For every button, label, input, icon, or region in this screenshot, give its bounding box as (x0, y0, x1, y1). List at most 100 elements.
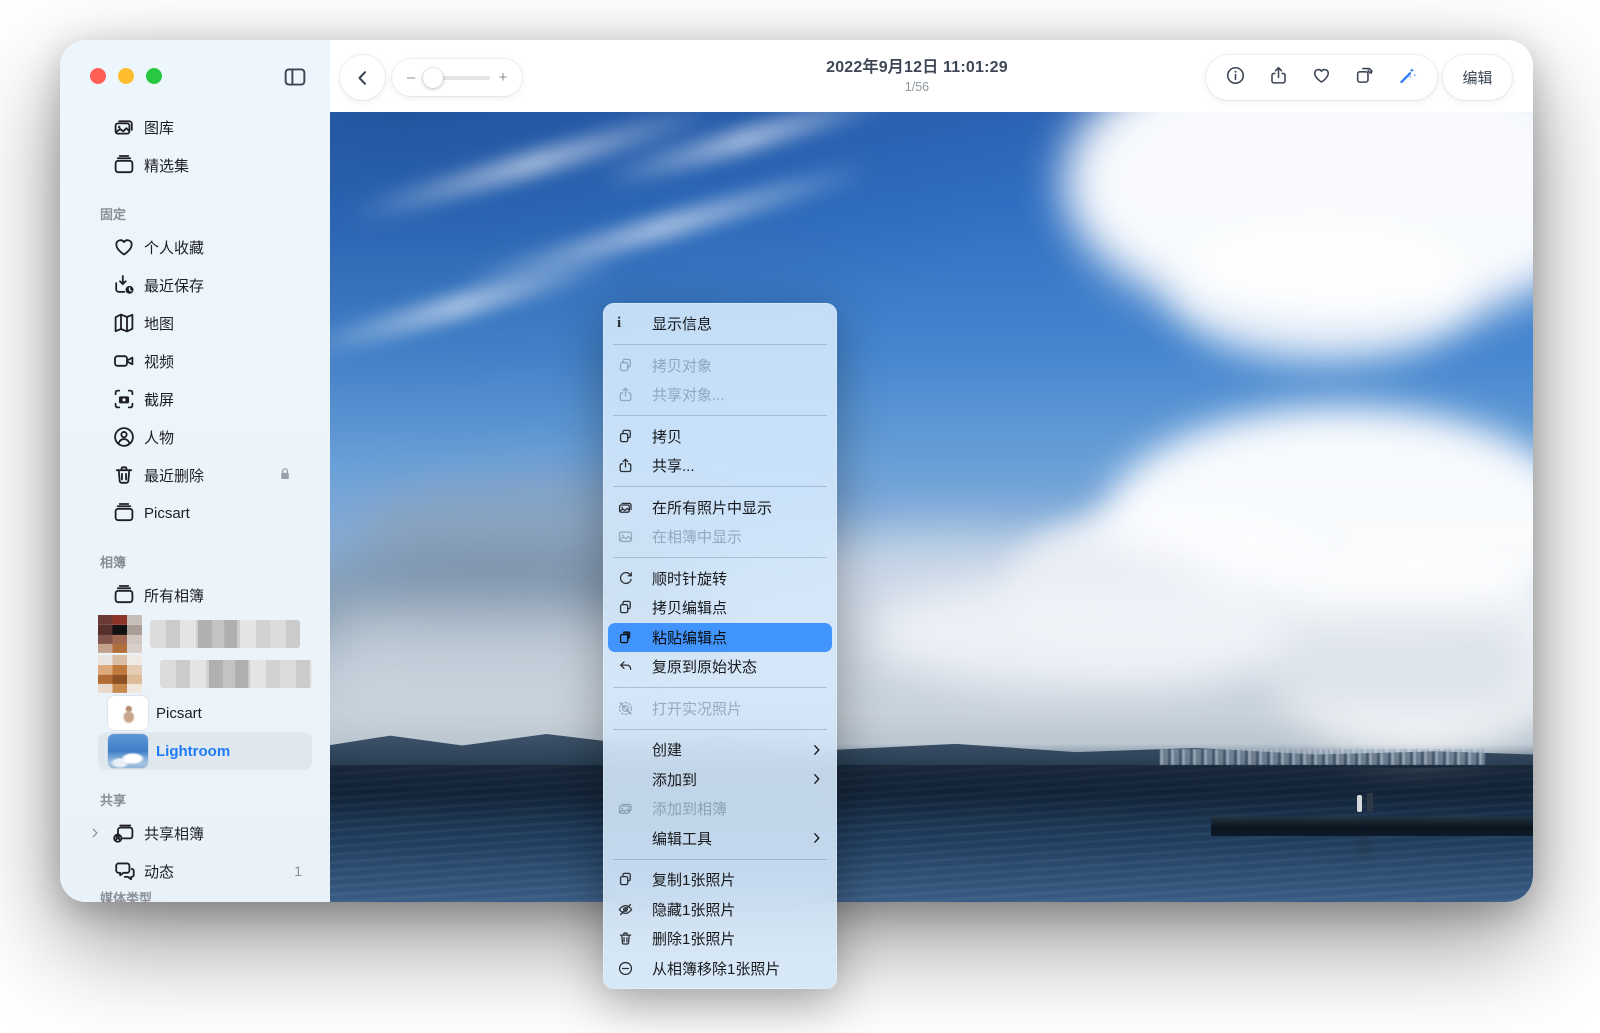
shared-album-icon (112, 821, 136, 845)
favorite-heart-icon (1311, 65, 1332, 91)
zoom-slider-track[interactable] (424, 76, 490, 80)
copy-icon (617, 871, 643, 889)
figure-person-dark (1367, 793, 1373, 812)
edit-button[interactable]: 编辑 (1443, 55, 1512, 100)
album-icon (112, 583, 136, 607)
info-circle-icon (1225, 65, 1246, 91)
disclosure-chevron-icon[interactable] (88, 826, 102, 840)
sidebar-item-label: 个人收藏 (144, 237, 204, 258)
menu-item-复制1张照片[interactable]: 复制1张照片 (608, 865, 832, 895)
zoom-out-button[interactable]: – (404, 69, 418, 86)
menu-item-显示信息[interactable]: i显示信息 (608, 309, 832, 339)
sidebar-item-最近删除[interactable]: 最近删除 (98, 456, 312, 494)
city-skyline (1160, 749, 1485, 766)
sidebar-item-Lightroom[interactable]: Lightroom (98, 732, 312, 770)
sidebar-item-label: 视频 (144, 351, 174, 372)
picsart-album-thumbnail (108, 696, 148, 730)
menu-item-label: 创建 (652, 739, 682, 760)
album-thumbnail-pixelated (98, 615, 142, 653)
trash-icon (617, 930, 643, 948)
sidebar-item-label: 动态 (144, 861, 174, 882)
menu-item-共享...[interactable]: 共享... (608, 451, 832, 481)
sidebar-item-Picsart[interactable]: Picsart (98, 494, 312, 532)
sidebar-item-所有相簿[interactable]: 所有相簿 (98, 576, 312, 614)
sidebar-item-动态[interactable]: 动态 1 (98, 852, 312, 890)
sidebar-item-label: 精选集 (144, 155, 189, 176)
lightroom-album-thumbnail (108, 734, 148, 768)
sidebar-section-title: 固定 (100, 198, 312, 228)
trash-icon (112, 463, 136, 487)
menu-item-编辑工具[interactable]: 编辑工具 (608, 824, 832, 854)
photo-date-title: 2022年9月12日 11:01:29 (826, 53, 1008, 77)
menu-separator (613, 415, 827, 416)
undo-icon (617, 658, 643, 676)
heart-icon (112, 235, 136, 259)
menu-item-拷贝对象: 拷贝对象 (608, 351, 832, 381)
sidebar-item-label: Picsart (144, 505, 190, 522)
menu-item-创建[interactable]: 创建 (608, 735, 832, 765)
sidebar-item-视频[interactable]: 视频 (98, 342, 312, 380)
rotate-button[interactable] (1343, 56, 1386, 99)
sidebar-item-Picsart[interactable]: Picsart (98, 694, 312, 732)
menu-separator (613, 486, 827, 487)
toolbar-actions (1206, 55, 1437, 100)
menu-item-在所有照片中显示[interactable]: 在所有照片中显示 (608, 493, 832, 523)
activity-icon (112, 859, 136, 883)
menu-item-拷贝[interactable]: 拷贝 (608, 422, 832, 452)
menu-item-隐藏1张照片[interactable]: 隐藏1张照片 (608, 895, 832, 925)
auto-enhance-wand-icon (1397, 65, 1418, 91)
menu-item-粘贴编辑点[interactable]: 粘贴编辑点 (608, 623, 832, 653)
menu-item-删除1张照片[interactable]: 删除1张照片 (608, 924, 832, 954)
sidebar-toggle-icon[interactable] (282, 64, 308, 90)
context-menu: i显示信息拷贝对象共享对象...拷贝共享...在所有照片中显示在相簿中显示顺时针… (603, 303, 837, 989)
back-button[interactable] (340, 55, 385, 100)
zoom-window-button[interactable] (146, 68, 162, 84)
sidebar-item-共享相簿[interactable]: 共享相簿 (98, 814, 312, 852)
menu-separator (613, 344, 827, 345)
close-button[interactable] (90, 68, 106, 84)
sidebar-item-地图[interactable]: 地图 (98, 304, 312, 342)
zoom-slider[interactable]: – + (392, 59, 522, 96)
photos-icon (617, 498, 643, 516)
album-thumbnail-pixelated (98, 655, 142, 693)
menu-item-拷贝编辑点[interactable]: 拷贝编辑点 (608, 593, 832, 623)
zoom-in-button[interactable]: + (496, 69, 510, 86)
menu-item-label: 编辑工具 (652, 828, 712, 849)
menu-item-label: 隐藏1张照片 (652, 899, 735, 920)
sidebar-item-label: 截屏 (144, 389, 174, 410)
auto-enhance-wand-button[interactable] (1386, 56, 1429, 99)
menu-item-label: 在所有照片中显示 (652, 497, 772, 518)
menu-item-从相簿移除1张照片[interactable]: 从相簿移除1张照片 (608, 954, 832, 984)
share-icon (1268, 65, 1289, 91)
sidebar-item-精选集[interactable]: 精选集 (98, 146, 312, 184)
menu-item-顺时针旋转[interactable]: 顺时针旋转 (608, 564, 832, 594)
sidebar: 图库精选集固定个人收藏最近保存地图视频截屏人物最近删除Picsart相簿所有相簿… (60, 40, 330, 902)
info-circle-button[interactable] (1214, 56, 1257, 99)
count-badge: 1 (294, 863, 302, 879)
submenu-chevron-icon (810, 831, 824, 845)
screen: 图库精选集固定个人收藏最近保存地图视频截屏人物最近删除Picsart相簿所有相簿… (0, 0, 1600, 1033)
sidebar-item-label: Lightroom (156, 743, 230, 760)
album-row-censored[interactable] (98, 654, 312, 694)
figure-person-white (1357, 795, 1362, 812)
eye-slash-icon (617, 900, 643, 918)
menu-item-添加到[interactable]: 添加到 (608, 765, 832, 795)
favorite-heart-button[interactable] (1300, 56, 1343, 99)
sidebar-item-最近保存[interactable]: 最近保存 (98, 266, 312, 304)
menu-item-复原到原始状态[interactable]: 复原到原始状态 (608, 652, 832, 682)
copy-icon (617, 427, 643, 445)
map-icon (112, 311, 136, 335)
video-icon (112, 349, 136, 373)
sidebar-item-图库[interactable]: 图库 (98, 108, 312, 146)
sidebar-item-截屏[interactable]: 截屏 (98, 380, 312, 418)
zoom-slider-knob[interactable] (423, 68, 443, 88)
sidebar-item-人物[interactable]: 人物 (98, 418, 312, 456)
lock-icon (276, 465, 294, 483)
sidebar-item-个人收藏[interactable]: 个人收藏 (98, 228, 312, 266)
minimize-button[interactable] (118, 68, 134, 84)
album-row-censored[interactable] (98, 614, 312, 654)
share-button[interactable] (1257, 56, 1300, 99)
share-icon (617, 386, 643, 404)
album-title-pixelated (150, 620, 300, 648)
menu-item-在相簿中显示: 在相簿中显示 (608, 522, 832, 552)
